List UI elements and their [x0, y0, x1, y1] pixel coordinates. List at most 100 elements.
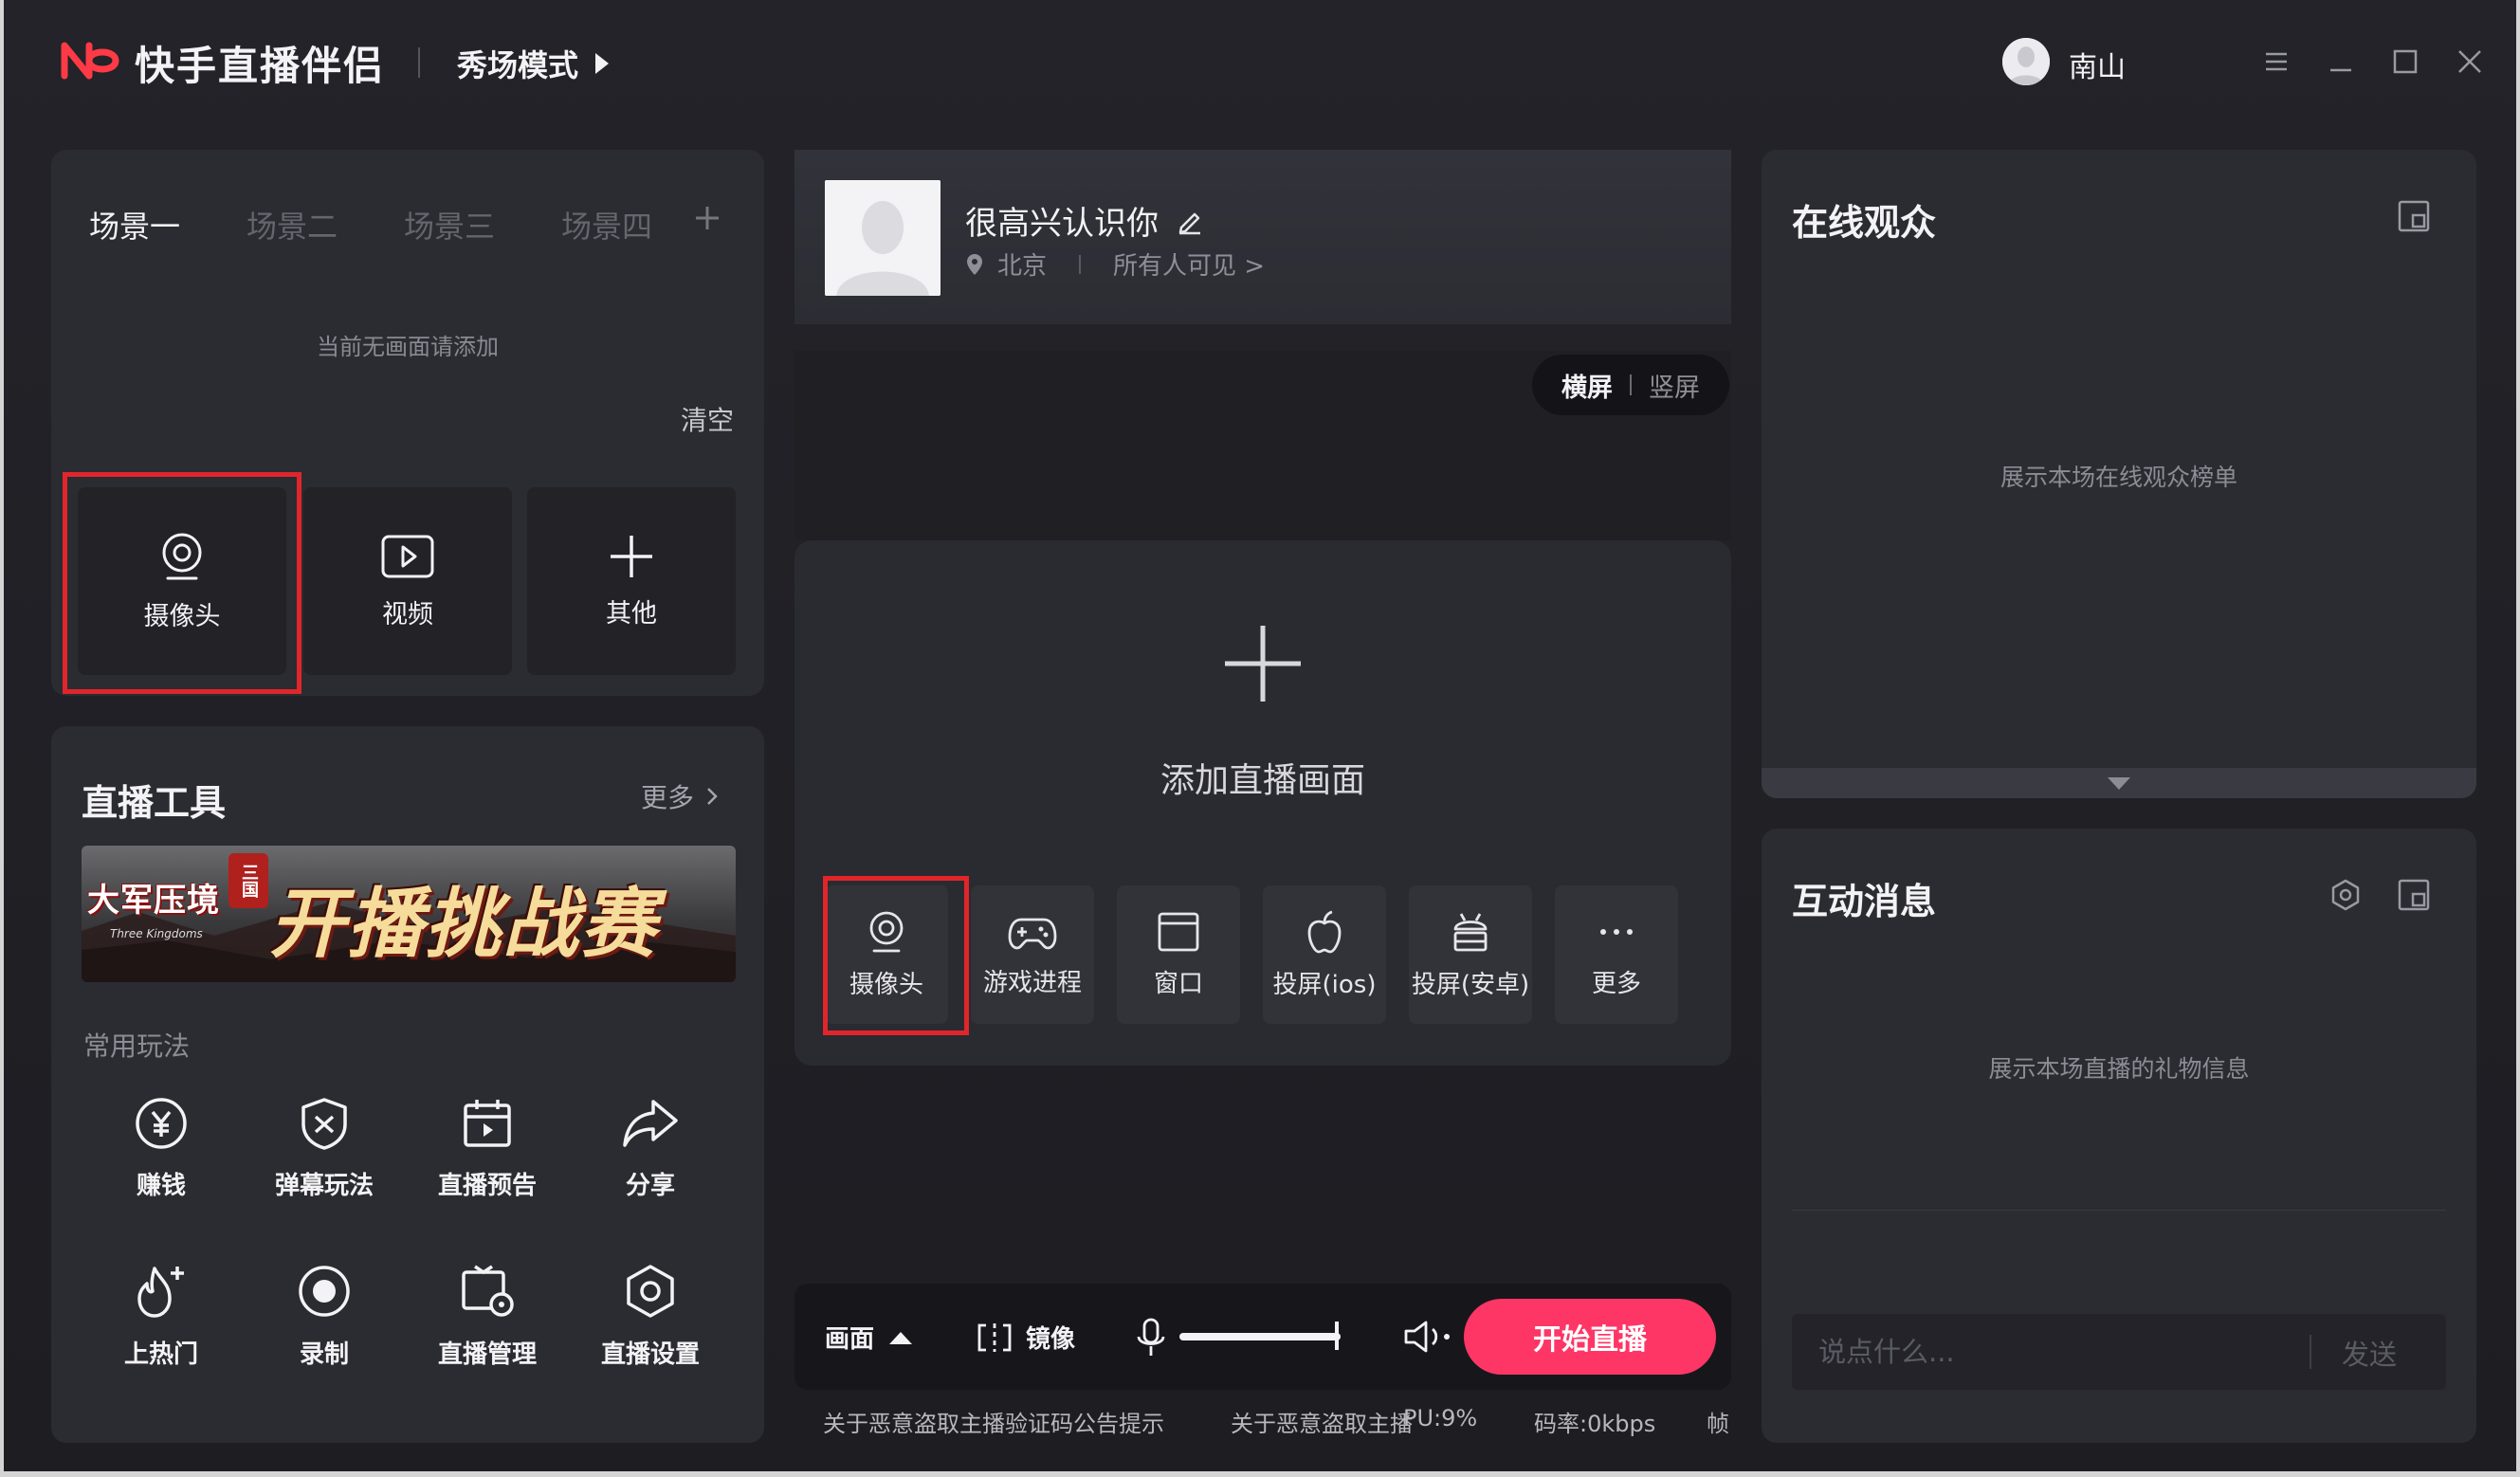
quick-more-button[interactable]: 更多 — [1555, 885, 1678, 1024]
notice-link-1[interactable]: 关于恶意盗取主播验证码公告提示 — [823, 1405, 1164, 1438]
quick-source-label: 窗口 — [1153, 969, 1203, 998]
start-live-button[interactable]: 开始直播 — [1464, 1299, 1716, 1375]
audience-collapse-toggle[interactable] — [1762, 768, 2476, 798]
caret-right-icon — [595, 53, 610, 74]
location-text[interactable]: 北京 — [997, 246, 1047, 282]
mode-switch-button[interactable]: 秀场模式 — [457, 42, 610, 85]
fps-label: 帧 — [1707, 1411, 1729, 1437]
minimize-icon[interactable] — [2321, 42, 2361, 82]
live-tools-panel: 直播工具 更多 大军压境 三国 Three Kingdoms 开播挑战赛 常用玩… — [51, 726, 764, 1443]
apple-icon — [1307, 910, 1342, 953]
quick-window-button[interactable]: 窗口 — [1117, 885, 1240, 1024]
scene-tabs: 场景一 场景二 场景三 场景四 — [89, 203, 652, 246]
add-scene-tab-button[interactable] — [694, 197, 721, 241]
user-avatar[interactable] — [2002, 38, 2050, 85]
clear-button[interactable]: 清空 — [681, 400, 734, 438]
scene-panel: 场景一 场景二 场景三 场景四 当前无画面请添加 清空 摄像头 视频 其他 — [51, 150, 764, 696]
landscape-option[interactable]: 横屏 — [1561, 367, 1613, 404]
video-icon — [381, 535, 434, 577]
mirror-icon — [977, 1322, 1012, 1352]
section-label: 常用玩法 — [83, 1030, 191, 1062]
visibility-text[interactable]: 所有人可见 > — [1113, 246, 1265, 282]
interactive-messages-panel: 互动消息 展示本场直播的礼物信息 发送 — [1762, 829, 2476, 1443]
menu-icon[interactable] — [2256, 42, 2296, 82]
source-other-button[interactable]: 其他 — [527, 487, 736, 675]
kuaishou-logo — [61, 42, 119, 80]
mic-volume-handle[interactable] — [1335, 1322, 1339, 1350]
quick-source-label: 更多 — [1591, 969, 1641, 998]
username[interactable]: 南山 — [2069, 44, 2126, 85]
source-other-label: 其他 — [606, 598, 657, 629]
tool-label: 录制 — [299, 1340, 349, 1369]
online-audience-panel: 在线观众 展示本场在线观众榜单 — [1762, 150, 2476, 798]
tools-more-link[interactable]: 更多 — [641, 777, 719, 815]
tool-label: 上热门 — [123, 1340, 198, 1369]
settings-hex-icon — [627, 1265, 674, 1318]
mirror-label: 镜像 — [1026, 1325, 1076, 1354]
tool-trending-button[interactable]: 上热门 — [80, 1263, 243, 1395]
stream-title-text: 很高兴认识你 — [965, 205, 1159, 243]
notice-link-2[interactable]: 关于恶意盗取主播 — [1231, 1405, 1413, 1438]
title-divider — [418, 47, 420, 78]
highlight-box — [823, 876, 969, 1035]
stream-info-panel: 很高兴认识你 北京 所有人可见 > — [794, 150, 1731, 324]
quick-game-button[interactable]: 游戏进程 — [971, 885, 1094, 1024]
tool-settings-button[interactable]: 直播设置 — [569, 1263, 732, 1395]
promo-banner[interactable]: 大军压境 三国 Three Kingdoms 开播挑战赛 — [82, 846, 736, 982]
chat-input[interactable] — [1818, 1333, 2292, 1371]
quick-cast-android-button[interactable]: 投屏(安卓) — [1409, 885, 1532, 1024]
quick-source-label: 投屏(安卓) — [1411, 970, 1530, 999]
tool-earn-button[interactable]: 赚钱 — [80, 1096, 243, 1229]
app-name: 快手直播伴侣 — [135, 43, 386, 89]
tool-label: 弹幕玩法 — [274, 1172, 374, 1200]
avatar-silhouette-icon — [2002, 38, 2050, 85]
title-bar: 快手直播伴侣 秀场模式 南山 — [4, 0, 2516, 123]
tool-manage-button[interactable]: 直播管理 — [406, 1263, 569, 1395]
close-icon[interactable] — [2450, 42, 2490, 82]
quick-source-label: 投屏(ios) — [1272, 970, 1377, 999]
danmaku-shield-icon — [301, 1098, 347, 1150]
tool-preview-button[interactable]: 直播预告 — [406, 1096, 569, 1229]
tool-label: 直播设置 — [600, 1340, 700, 1369]
quick-cast-ios-button[interactable]: 投屏(ios) — [1263, 885, 1386, 1024]
tab-scene-3[interactable]: 场景三 — [404, 203, 495, 246]
record-icon — [299, 1266, 350, 1317]
add-scene-plus-icon[interactable] — [1221, 622, 1305, 705]
bitrate: 码率:0kbps — [1534, 1411, 1656, 1437]
window-icon — [1158, 912, 1199, 951]
settings-hex-icon[interactable] — [2328, 878, 2363, 912]
tab-scene-1[interactable]: 场景一 — [89, 203, 180, 246]
popout-window-icon[interactable] — [2397, 878, 2431, 912]
tool-label: 直播管理 — [437, 1340, 537, 1369]
speaker-icon[interactable] — [1403, 1320, 1451, 1354]
maximize-icon[interactable] — [2385, 42, 2425, 82]
mirror-button[interactable]: 镜像 — [977, 1320, 1075, 1355]
portrait-option[interactable]: 竖屏 — [1649, 367, 1700, 404]
chevron-right-icon — [707, 788, 718, 805]
banner-sub-text: Three Kingdoms — [110, 927, 203, 940]
tool-share-button[interactable]: 分享 — [569, 1096, 732, 1229]
chat-divider — [2310, 1335, 2311, 1369]
source-video-button[interactable]: 视频 — [303, 487, 512, 675]
tool-danmaku-button[interactable]: 弹幕玩法 — [243, 1096, 406, 1229]
microphone-icon[interactable] — [1136, 1318, 1166, 1358]
tool-record-button[interactable]: 录制 — [243, 1263, 406, 1395]
messages-title: 互动消息 — [1792, 881, 1937, 922]
edit-pencil-icon[interactable] — [1176, 207, 1204, 235]
stream-title[interactable]: 很高兴认识你 — [965, 197, 1204, 244]
popout-window-icon[interactable] — [2397, 199, 2431, 233]
location-pin-icon — [967, 253, 982, 275]
highlight-box — [63, 472, 301, 694]
mode-label: 秀场模式 — [457, 47, 579, 83]
banner-main-text: 开播挑战赛 — [269, 879, 658, 968]
tool-label: 分享 — [625, 1172, 675, 1200]
tab-scene-4[interactable]: 场景四 — [561, 203, 652, 246]
stream-meta: 北京 所有人可见 > — [965, 246, 1265, 282]
scene-layout-button[interactable]: 画面 — [825, 1320, 914, 1355]
mic-volume-slider[interactable] — [1179, 1333, 1341, 1340]
tab-scene-2[interactable]: 场景二 — [247, 203, 338, 246]
tool-label: 直播预告 — [437, 1172, 537, 1200]
scene-layout-label: 画面 — [825, 1325, 875, 1354]
cover-avatar[interactable] — [825, 180, 940, 296]
send-button[interactable]: 发送 — [2342, 1333, 2397, 1373]
